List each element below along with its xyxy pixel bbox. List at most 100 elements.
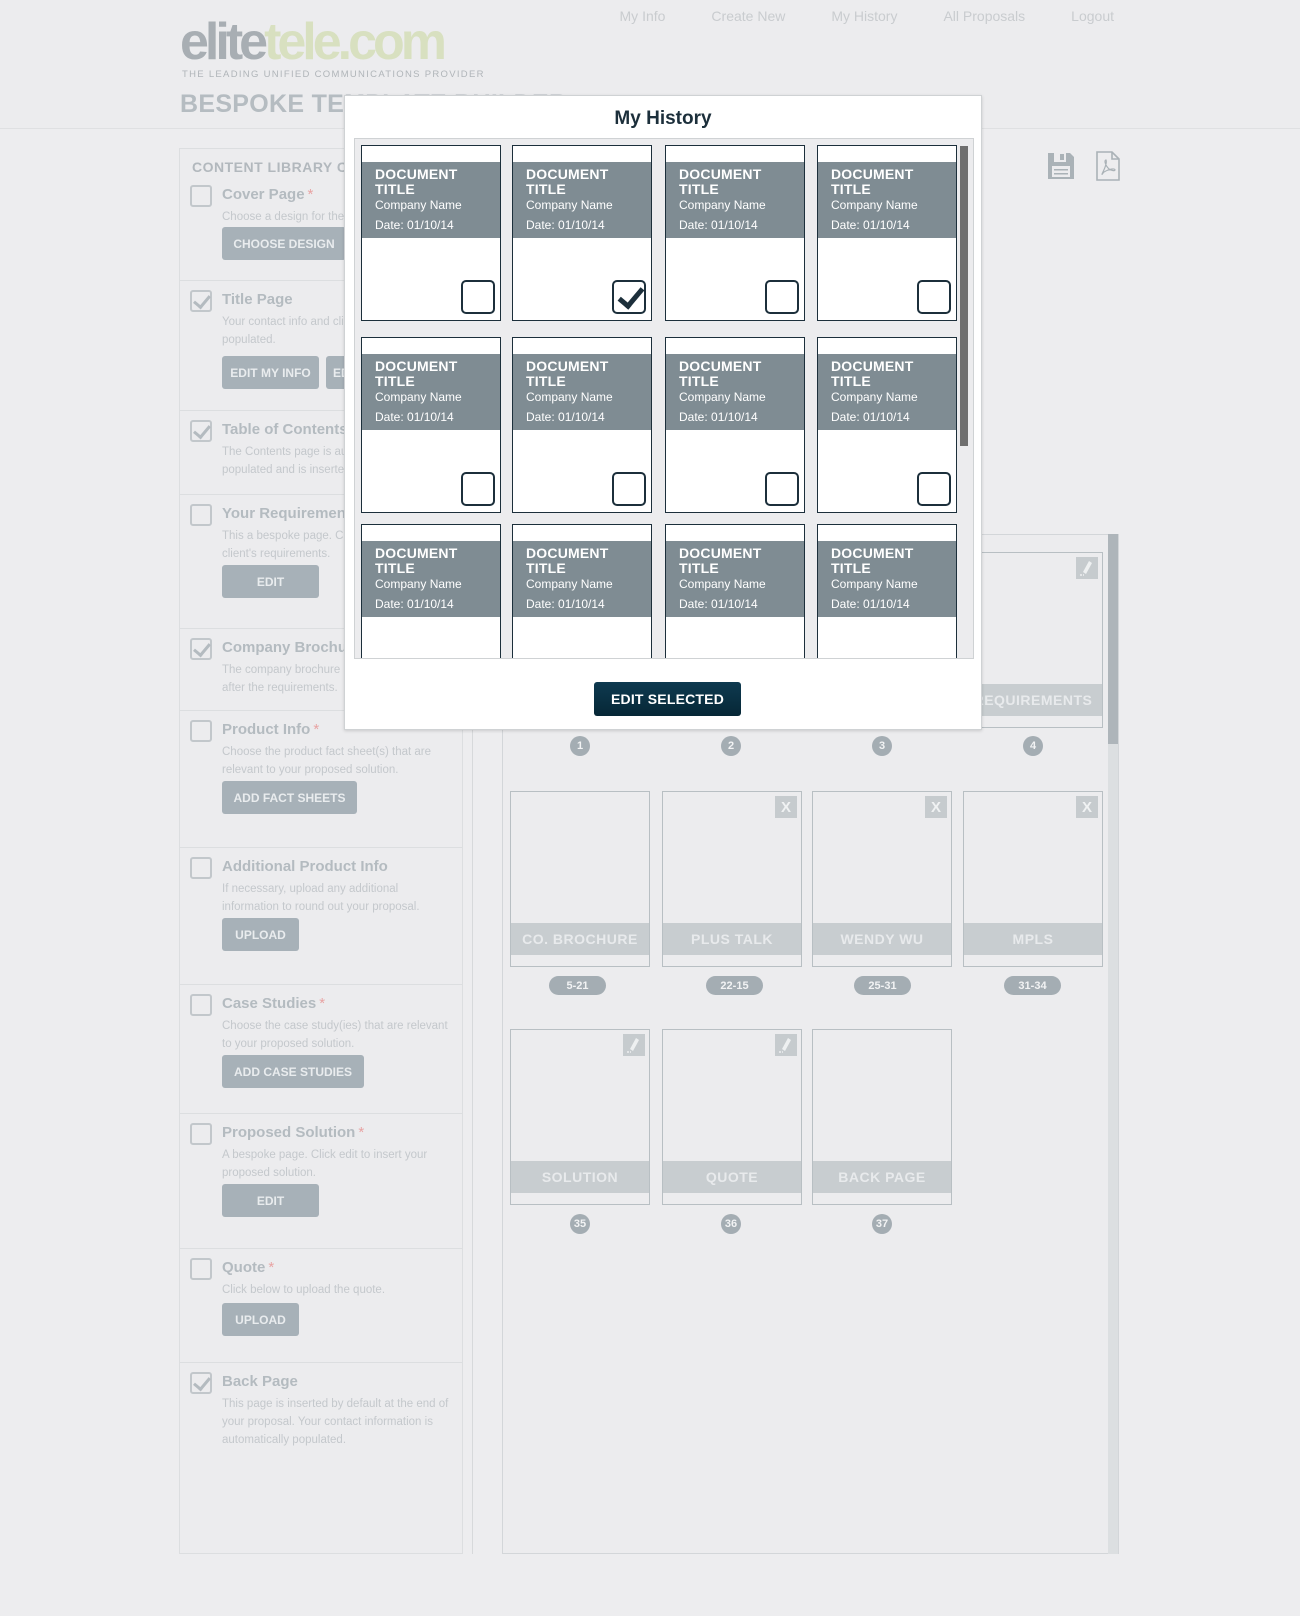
library-item-title-text: Company Brochure xyxy=(222,639,362,656)
page-thumb-plus-talk[interactable]: X PLUS TALK xyxy=(662,791,802,967)
page-range: 5-21 xyxy=(549,976,606,995)
library-item-checkbox[interactable] xyxy=(190,857,212,879)
upload-button[interactable]: UPLOAD xyxy=(222,918,299,951)
document-select-checkbox[interactable] xyxy=(765,472,799,506)
history-document-card[interactable]: DOCUMENT TITLE Company Name Date: 01/10/14 xyxy=(512,524,652,658)
document-company: Company Name xyxy=(831,390,918,404)
nav-my-info[interactable]: My Info xyxy=(620,8,666,24)
library-item-checkbox[interactable] xyxy=(190,1258,212,1280)
library-item-title-text: Product Info xyxy=(222,721,311,738)
library-item-back-page: Back Page This page is inserted by defaul… xyxy=(180,1363,462,1553)
document-title: DOCUMENT TITLE xyxy=(375,358,458,389)
nav-create-new[interactable]: Create New xyxy=(711,8,785,24)
document-date: Date: 01/10/14 xyxy=(679,410,758,424)
library-item-additional-product-info: Additional Product Info If necessary, upl… xyxy=(180,848,462,985)
logo-com: .com xyxy=(337,13,447,71)
document-info-band: DOCUMENT TITLE Company Name Date: 01/10/14 xyxy=(666,354,804,430)
library-item-checkbox[interactable] xyxy=(190,420,212,442)
upload-button[interactable]: UPLOAD xyxy=(222,1303,299,1336)
edit-selected-button[interactable]: EDIT SELECTED xyxy=(594,682,741,716)
page-number: 4 xyxy=(1023,736,1043,756)
library-item-description: A bespoke page. Click edit to insert you… xyxy=(222,1149,428,1179)
library-item-title-text: Case Studies xyxy=(222,995,317,1012)
nav-all-proposals[interactable]: All Proposals xyxy=(943,8,1025,24)
history-document-card[interactable]: DOCUMENT TITLE Company Name Date: 01/10/14 xyxy=(512,337,652,513)
pdf-document-icon[interactable] xyxy=(1093,150,1123,182)
edit-pencil-icon[interactable] xyxy=(623,1034,645,1056)
page-thumb-requirements[interactable]: REQUIREMENTS xyxy=(963,552,1103,728)
edit-button[interactable]: EDIT xyxy=(222,565,319,598)
logo-elite: elite xyxy=(180,13,268,71)
document-select-checkbox[interactable] xyxy=(612,280,646,314)
document-title: DOCUMENT TITLE xyxy=(375,545,458,576)
library-item-checkbox[interactable] xyxy=(190,994,212,1016)
library-item-title: Title Page xyxy=(222,291,293,308)
page-thumb-solution[interactable]: SOLUTION xyxy=(510,1029,650,1205)
library-item-proposed-solution: Proposed Solution * A bespoke page. Click … xyxy=(180,1114,462,1249)
remove-page-button[interactable]: X xyxy=(775,796,797,818)
remove-page-button[interactable]: X xyxy=(1076,796,1098,818)
library-item-checkbox[interactable] xyxy=(190,638,212,660)
library-item-checkbox[interactable] xyxy=(190,1123,212,1145)
library-item-description: Click below to upload the quote. xyxy=(222,1284,386,1296)
document-select-checkbox[interactable] xyxy=(612,472,646,506)
library-item-title: Additional Product Info xyxy=(222,858,388,875)
library-item-checkbox[interactable] xyxy=(190,1372,212,1394)
document-select-checkbox[interactable] xyxy=(917,280,951,314)
required-asterisk: * xyxy=(319,995,326,1012)
document-date: Date: 01/10/14 xyxy=(679,218,758,232)
edit-pencil-icon[interactable] xyxy=(775,1034,797,1056)
nav-logout[interactable]: Logout xyxy=(1071,8,1114,24)
document-company: Company Name xyxy=(526,577,613,591)
library-item-checkbox[interactable] xyxy=(190,720,212,742)
edit-button[interactable]: EDIT xyxy=(222,1184,319,1217)
page-thumb-co-brochure[interactable]: CO. BROCHURE xyxy=(510,791,650,967)
pages-scrollbar[interactable] xyxy=(1108,534,1118,1554)
history-document-card[interactable]: DOCUMENT TITLE Company Name Date: 01/10/14 xyxy=(512,145,652,321)
document-date: Date: 01/10/14 xyxy=(375,410,454,424)
choose-design-button[interactable]: CHOOSE DESIGN xyxy=(222,227,346,260)
page-thumb-quote[interactable]: QUOTE xyxy=(662,1029,802,1205)
edit-my-info-button[interactable]: EDIT MY INFO xyxy=(222,356,319,389)
document-info-band: DOCUMENT TITLE Company Name Date: 01/10/14 xyxy=(666,541,804,617)
page-range: 31-34 xyxy=(1004,976,1061,995)
edit-pencil-icon[interactable] xyxy=(1076,557,1098,579)
history-document-card[interactable]: DOCUMENT TITLE Company Name Date: 01/10/14 xyxy=(817,524,957,658)
page-thumb-label: QUOTE xyxy=(663,1161,801,1193)
library-item-checkbox[interactable] xyxy=(190,504,212,526)
nav-my-history[interactable]: My History xyxy=(831,8,897,24)
history-document-card[interactable]: DOCUMENT TITLE Company Name Date: 01/10/14 xyxy=(361,337,501,513)
history-document-card[interactable]: DOCUMENT TITLE Company Name Date: 01/10/14 xyxy=(361,145,501,321)
remove-page-button[interactable]: X xyxy=(925,796,947,818)
library-item-description: Choose the product fact sheet(s) that ar… xyxy=(222,746,432,776)
page-thumb-back-page[interactable]: BACK PAGE xyxy=(812,1029,952,1205)
document-title: DOCUMENT TITLE xyxy=(831,545,914,576)
page-number: 37 xyxy=(872,1214,892,1234)
floppy-disk-icon[interactable] xyxy=(1046,150,1076,182)
document-info-band: DOCUMENT TITLE Company Name Date: 01/10/14 xyxy=(513,354,651,430)
document-select-checkbox[interactable] xyxy=(461,280,495,314)
library-item-checkbox[interactable] xyxy=(190,185,212,207)
history-document-card[interactable]: DOCUMENT TITLE Company Name Date: 01/10/14 xyxy=(665,337,805,513)
library-item-checkbox[interactable] xyxy=(190,290,212,312)
history-document-card[interactable]: DOCUMENT TITLE Company Name Date: 01/10/14 xyxy=(665,145,805,321)
library-item-description: Choose the case study(ies) that are rele… xyxy=(222,1020,448,1050)
library-item-title-text: Proposed Solution xyxy=(222,1124,356,1141)
page-thumb-wendy-wu[interactable]: X WENDY WU xyxy=(812,791,952,967)
document-company: Company Name xyxy=(375,577,462,591)
add-case-studies-button[interactable]: ADD CASE STUDIES xyxy=(222,1055,364,1088)
add-fact-sheets-button[interactable]: ADD FACT SHEETS xyxy=(222,781,357,814)
document-select-checkbox[interactable] xyxy=(917,472,951,506)
pages-scrollbar-thumb[interactable] xyxy=(1108,534,1118,744)
history-document-card[interactable]: DOCUMENT TITLE Company Name Date: 01/10/14 xyxy=(817,145,957,321)
page-thumb-mpls[interactable]: X MPLS xyxy=(963,791,1103,967)
document-grid-scrollbar[interactable] xyxy=(960,146,968,446)
history-document-card[interactable]: DOCUMENT TITLE Company Name Date: 01/10/14 xyxy=(665,524,805,658)
document-company: Company Name xyxy=(679,198,766,212)
history-document-card[interactable]: DOCUMENT TITLE Company Name Date: 01/10/14 xyxy=(817,337,957,513)
document-info-band: DOCUMENT TITLE Company Name Date: 01/10/14 xyxy=(818,541,956,617)
document-select-checkbox[interactable] xyxy=(461,472,495,506)
document-select-checkbox[interactable] xyxy=(765,280,799,314)
history-document-card[interactable]: DOCUMENT TITLE Company Name Date: 01/10/14 xyxy=(361,524,501,658)
logo[interactable]: elitetele.com xyxy=(180,13,447,71)
